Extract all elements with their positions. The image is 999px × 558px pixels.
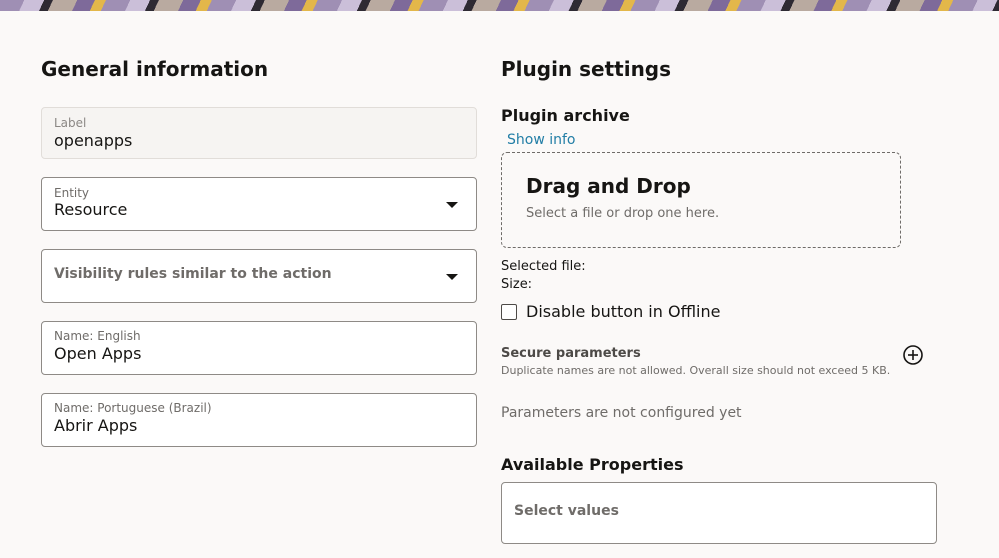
file-size-label: Size: [501,277,533,292]
label-field-label: Label [54,116,87,130]
plugin-settings-title: Plugin settings [501,57,672,81]
name-english-value[interactable]: Open Apps [54,344,141,363]
entity-select[interactable]: Entity Resource [41,177,477,231]
chevron-down-icon[interactable] [446,274,458,280]
label-field: Label openapps [41,107,477,159]
plugin-archive-label: Plugin archive [501,106,630,125]
show-info-link[interactable]: Show info [507,132,575,148]
name-english-label: Name: English [54,329,141,343]
name-english-field[interactable]: Name: English Open Apps [41,321,477,375]
chevron-down-icon[interactable] [446,202,458,208]
general-information-title: General information [41,57,269,81]
visibility-rules-select[interactable]: Visibility rules similar to the action [41,249,477,303]
offline-checkbox-label[interactable]: Disable button in Offline [526,302,720,321]
available-properties-select[interactable]: Select values [501,482,937,544]
selected-file-label: Selected file: [501,259,586,274]
entity-select-value: Resource [54,200,128,219]
secure-parameters-title: Secure parameters [501,346,641,361]
parameters-empty-message: Parameters are not configured yet [501,405,742,421]
name-portuguese-value[interactable]: Abrir Apps [54,416,137,435]
entity-select-label: Entity [54,186,90,200]
available-properties-title: Available Properties [501,455,684,474]
plus-circle-icon[interactable] [902,344,924,366]
visibility-rules-placeholder: Visibility rules similar to the action [54,266,332,282]
file-drop-zone[interactable]: Drag and Drop Select a file or drop one … [501,152,901,248]
label-field-value: openapps [54,131,133,150]
secure-parameters-description: Duplicate names are not allowed. Overall… [501,364,891,377]
header-banner [0,0,999,11]
offline-checkbox[interactable] [501,304,517,320]
drop-zone-subtitle: Select a file or drop one here. [526,206,720,221]
drop-zone-title: Drag and Drop [526,174,691,198]
available-properties-placeholder: Select values [514,503,619,519]
name-portuguese-label: Name: Portuguese (Brazil) [54,401,212,415]
name-portuguese-field[interactable]: Name: Portuguese (Brazil) Abrir Apps [41,393,477,447]
